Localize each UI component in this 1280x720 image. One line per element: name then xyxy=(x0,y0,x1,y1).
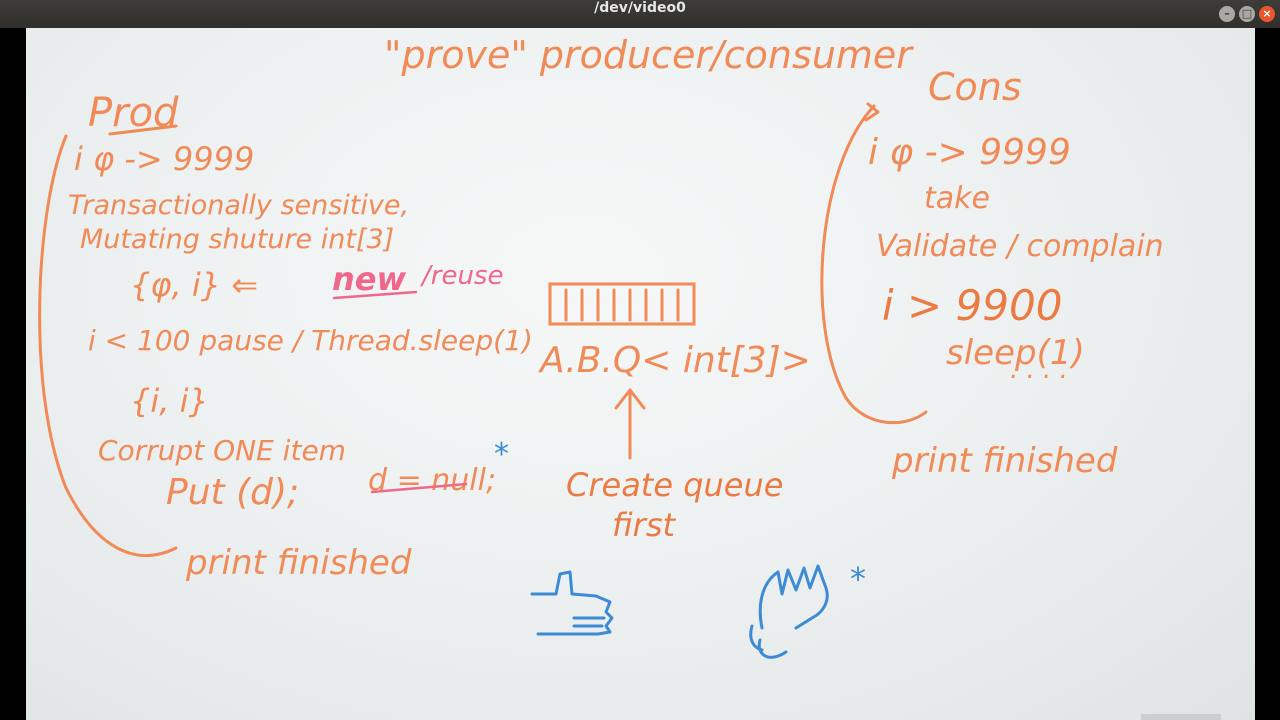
queue-drawing xyxy=(548,282,696,326)
prod-line-transactional: Transactionally sensitive, xyxy=(68,190,409,221)
window-title: /dev/video0 xyxy=(594,0,686,16)
minimize-button[interactable]: – xyxy=(1219,6,1235,22)
cons-line-validate: Validate / complain xyxy=(876,229,1164,264)
queue-arrow xyxy=(614,388,646,460)
queue-slots xyxy=(564,288,680,322)
cons-title: Cons xyxy=(928,65,1022,109)
video-frame: "prove" producer/consumer Prod i φ -> 99… xyxy=(0,28,1280,720)
prod-line-print: print finished xyxy=(185,543,412,583)
waving-hand-outline xyxy=(758,564,829,630)
prod-line-new-array: {φ, i} ⇐ xyxy=(130,266,258,304)
whiteboard: "prove" producer/consumer Prod i φ -> 99… xyxy=(26,28,1255,720)
prod-line-mutating: Mutating shuture int[3] xyxy=(80,224,394,255)
cons-line-dots: . . . . xyxy=(1010,355,1068,385)
video-window: /dev/video0 – □ × "prove" producer/consu… xyxy=(0,0,1280,720)
queue-label: A.B.Q< int[3]> xyxy=(538,340,811,381)
waving-hand-icon xyxy=(749,564,829,659)
queue-box xyxy=(548,282,696,326)
close-button[interactable]: × xyxy=(1259,6,1275,22)
whiteboard-writing: "prove" producer/consumer Prod i φ -> 99… xyxy=(38,33,1164,659)
prod-line-null: d = null; xyxy=(368,463,496,498)
cons-line-threshold: i > 9900 xyxy=(882,281,1062,330)
title-bar[interactable]: /dev/video0 – □ × xyxy=(0,0,1280,28)
cons-line-range: i φ -> 9999 xyxy=(868,132,1071,173)
prod-star-marker: * xyxy=(494,437,509,472)
prod-title: Prod xyxy=(88,90,179,136)
thumbs-up-icon xyxy=(530,570,614,636)
thumbs-up-fingers xyxy=(572,616,606,628)
prod-line-pause: i < 100 pause / Thread.sleep(1) xyxy=(88,324,533,357)
prod-line-pair: {i, i} xyxy=(130,382,209,420)
blue-star-marker: * xyxy=(850,560,866,598)
prod-line-put: Put (d); xyxy=(166,472,299,513)
maximize-button[interactable]: □ xyxy=(1239,6,1255,22)
prod-reuse-keyword: /reuse xyxy=(420,261,503,291)
queue-note-line1: Create queue xyxy=(566,466,783,504)
prod-line-corrupt: Corrupt ONE item xyxy=(98,434,346,467)
waving-hand-motion-lines xyxy=(749,624,788,659)
board-heading: "prove" producer/consumer xyxy=(384,33,914,77)
queue-note-line2: first xyxy=(612,506,677,544)
cons-line-take: take xyxy=(924,181,990,216)
prod-line-range: i φ -> 9999 xyxy=(74,140,254,178)
cons-line-print: print finished xyxy=(891,441,1118,481)
